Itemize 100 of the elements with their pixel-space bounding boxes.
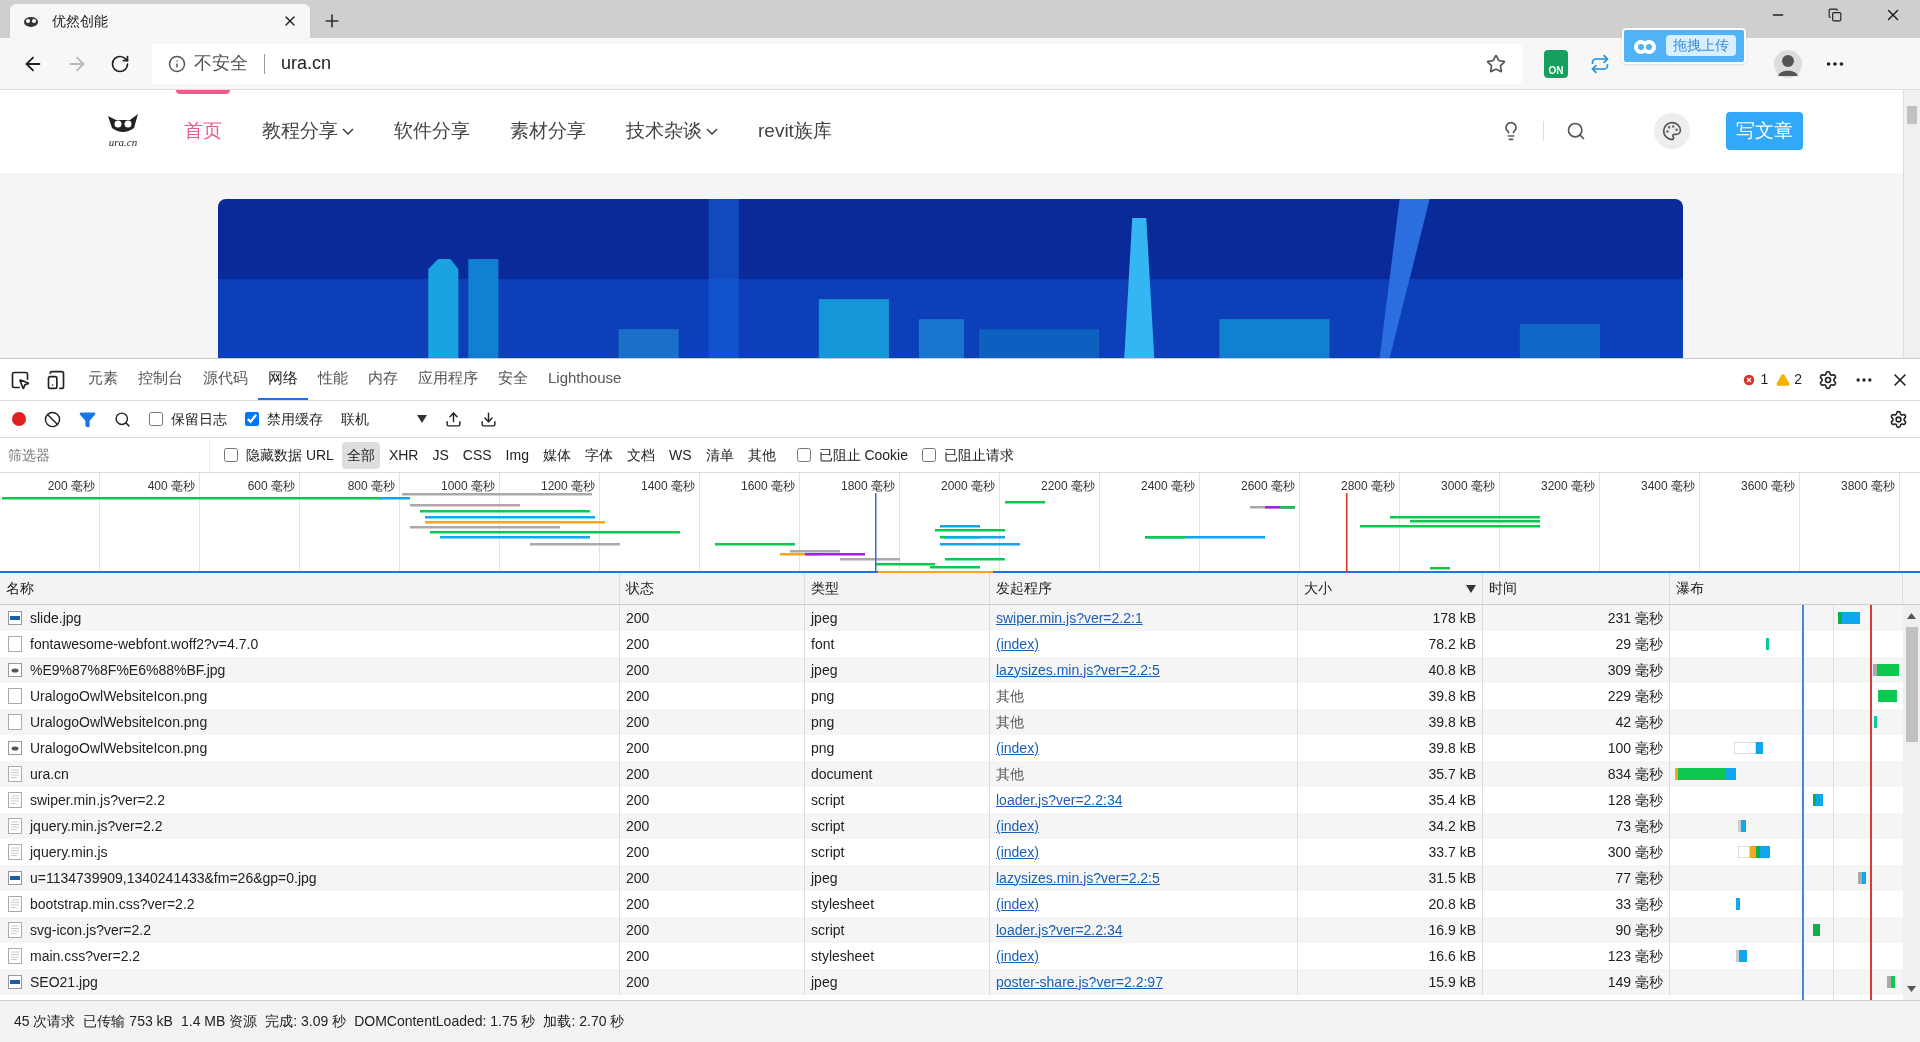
settings-icon[interactable] xyxy=(1818,369,1838,390)
initiator-link[interactable]: (index) xyxy=(996,633,1039,655)
checkbox[interactable] xyxy=(149,412,163,426)
checkbox-label: 隐藏数据 URL xyxy=(246,445,334,465)
table-cell-text: 35.7 kB xyxy=(1428,764,1476,784)
type-filter[interactable]: CSS xyxy=(457,441,497,469)
column-header[interactable]: 瀑布 xyxy=(1670,573,1903,604)
caret-icon xyxy=(417,415,427,423)
palette-icon[interactable] xyxy=(1662,121,1682,142)
devtools-tab[interactable]: 源代码 xyxy=(193,359,258,400)
table-cell-text: 128 毫秒 xyxy=(1607,790,1663,810)
table-cell-text: 31.5 kB xyxy=(1428,868,1476,888)
image-file-icon xyxy=(8,611,22,625)
table-cell-text: 200 xyxy=(626,686,650,706)
column-header[interactable]: 状态 xyxy=(620,573,805,604)
column-header[interactable]: 时间 xyxy=(1483,573,1670,604)
type-filter[interactable]: 字体 xyxy=(579,441,618,469)
inspect-icon[interactable] xyxy=(10,369,30,390)
initiator-link[interactable]: (index) xyxy=(996,893,1039,915)
waterfall-bar-drawing xyxy=(1878,690,1897,702)
table-cell-text: 33 毫秒 xyxy=(1615,894,1663,914)
throttle-select[interactable]: 联机 xyxy=(341,408,427,430)
devtools-tab[interactable]: 应用程序 xyxy=(408,359,488,400)
initiator-link[interactable]: (index) xyxy=(996,841,1039,863)
nav-link[interactable]: 素材分享 xyxy=(502,90,594,173)
initiator-link[interactable]: loader.js?ver=2.2:34 xyxy=(996,789,1123,811)
initiator-link[interactable]: (index) xyxy=(996,945,1039,967)
table-cell-text: script xyxy=(811,842,845,862)
table-cell-text: 15.9 kB xyxy=(1428,972,1476,992)
import-icon[interactable] xyxy=(445,410,462,428)
security-label: 不安全 xyxy=(194,52,248,75)
column-header[interactable]: 名称 xyxy=(0,573,620,604)
initiator-link[interactable]: (index) xyxy=(996,737,1039,759)
status-text: 加载: 2.70 秒 xyxy=(543,1012,625,1031)
nav-link[interactable]: revit族库 xyxy=(750,90,840,173)
waterfall-bar-drawing xyxy=(1887,976,1895,988)
type-filter[interactable]: 媒体 xyxy=(537,441,576,469)
image-file-icon xyxy=(8,975,22,989)
initiator-link[interactable]: loader.js?ver=2.2:34 xyxy=(996,919,1123,941)
search-icon[interactable] xyxy=(114,410,131,428)
filter-icon[interactable] xyxy=(79,410,96,428)
initiator-link[interactable]: (index) xyxy=(996,815,1039,837)
devtools-tab[interactable]: 控制台 xyxy=(128,359,193,400)
table-cell-text: 33.7 kB xyxy=(1428,842,1476,862)
waterfall-bar-drawing xyxy=(1734,742,1763,754)
column-header[interactable]: 发起程序 xyxy=(990,573,1298,604)
scrollbar-thumb[interactable] xyxy=(1907,106,1917,124)
checkbox-label: 已阻止 Cookie xyxy=(818,445,908,465)
checkbox[interactable] xyxy=(922,448,936,462)
device-toolbar-icon[interactable] xyxy=(46,369,66,390)
clear-icon[interactable] xyxy=(44,410,61,428)
table-cell-text: 309 毫秒 xyxy=(1607,660,1663,680)
checkbox[interactable] xyxy=(224,448,238,462)
type-filter[interactable]: 文档 xyxy=(621,441,660,469)
timeline-tick: 3200 毫秒 xyxy=(1540,478,1595,495)
devtools-tab[interactable]: Lighthouse xyxy=(538,359,632,400)
address-bar[interactable]: 不安全 ura.cn xyxy=(152,43,1522,84)
type-filter[interactable]: 全部 xyxy=(341,441,380,469)
table-cell-text: 200 xyxy=(626,842,650,862)
devtools-tab[interactable]: 网络 xyxy=(258,359,308,400)
checkbox[interactable] xyxy=(796,448,811,462)
initiator-link[interactable]: lazysizes.min.js?ver=2.2:5 xyxy=(996,867,1160,889)
timeline-tick: 3400 毫秒 xyxy=(1640,478,1695,495)
url-text: ura.cn xyxy=(281,52,332,75)
sync-icon[interactable] xyxy=(1590,53,1610,74)
initiator-link[interactable]: lazysizes.min.js?ver=2.2:5 xyxy=(996,659,1160,681)
nav-link[interactable]: 教程分享 xyxy=(254,90,362,173)
record-icon[interactable] xyxy=(12,412,26,426)
image-file-icon xyxy=(8,663,22,677)
scrollbar-thumb[interactable] xyxy=(1905,627,1918,742)
initiator-link[interactable]: swiper.min.js?ver=2.2:1 xyxy=(996,607,1143,629)
export-icon[interactable] xyxy=(480,410,497,428)
type-filter[interactable]: WS xyxy=(663,441,697,469)
type-filter[interactable]: JS xyxy=(427,441,454,469)
type-filter[interactable]: XHR xyxy=(383,441,424,469)
reload-icon[interactable] xyxy=(110,53,130,74)
column-header[interactable]: 大小 xyxy=(1298,573,1483,604)
nav-link[interactable]: 技术杂谈 xyxy=(618,90,726,173)
restore-icon[interactable] xyxy=(1828,8,1842,22)
type-filter[interactable]: 其他 xyxy=(742,441,781,469)
table-cell-text: 123 毫秒 xyxy=(1607,946,1663,966)
column-header[interactable]: 类型 xyxy=(805,573,990,604)
search-icon[interactable] xyxy=(1566,121,1586,142)
favorite-star-icon[interactable] xyxy=(1486,53,1506,74)
avatar[interactable] xyxy=(1774,49,1802,78)
devtools-tab[interactable]: 内存 xyxy=(358,359,408,400)
table-cell-text: 200 xyxy=(626,634,650,654)
settings-icon[interactable] xyxy=(1889,409,1908,429)
filter-field[interactable]: 筛选器 xyxy=(0,438,210,472)
initiator-link[interactable]: poster-share.js?ver=2.2:97 xyxy=(996,971,1163,993)
type-filter[interactable]: 清单 xyxy=(700,441,739,469)
scroll-down-icon[interactable] xyxy=(1907,986,1916,992)
devtools-tab[interactable]: 元素 xyxy=(78,359,128,400)
document-icon xyxy=(8,922,22,938)
devtools-tab[interactable]: 性能 xyxy=(308,359,358,400)
devtools-tab[interactable]: 安全 xyxy=(488,359,538,400)
nav-link[interactable]: 软件分享 xyxy=(386,90,478,173)
scroll-up-icon[interactable] xyxy=(1907,613,1916,619)
checkbox[interactable] xyxy=(245,412,259,426)
type-filter[interactable]: Img xyxy=(500,441,534,469)
